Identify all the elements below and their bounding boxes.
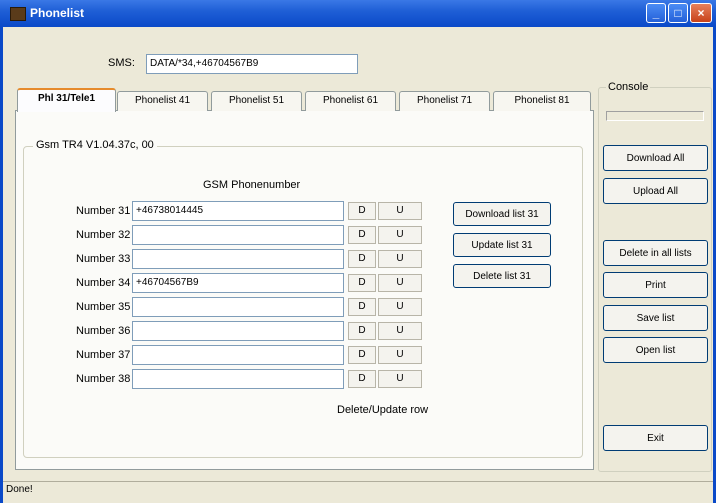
upload-all-button[interactable]: Upload All bbox=[603, 178, 708, 204]
number-35-label: Number 35 bbox=[76, 301, 131, 313]
maximize-button[interactable]: □ bbox=[668, 3, 688, 23]
update-row-36-button[interactable]: U bbox=[378, 322, 422, 340]
exit-button[interactable]: Exit bbox=[603, 425, 708, 451]
delete-row-32-button[interactable]: D bbox=[348, 226, 376, 244]
save-list-button[interactable]: Save list bbox=[603, 305, 708, 331]
number-38-input[interactable] bbox=[132, 369, 344, 389]
number-37-label: Number 37 bbox=[76, 349, 131, 361]
open-list-button[interactable]: Open list bbox=[603, 337, 708, 363]
number-36-label: Number 36 bbox=[76, 325, 131, 337]
number-33-input[interactable] bbox=[132, 249, 344, 269]
delete-row-34-button[interactable]: D bbox=[348, 274, 376, 292]
number-32-input[interactable] bbox=[132, 225, 344, 245]
sms-label: SMS: bbox=[108, 57, 135, 69]
number-36-input[interactable] bbox=[132, 321, 344, 341]
download-list-button[interactable]: Download list 31 bbox=[453, 202, 551, 226]
number-35-input[interactable] bbox=[132, 297, 344, 317]
group-label: Gsm TR4 V1.04.37c, 00 bbox=[33, 139, 157, 151]
number-34-input[interactable]: +46704567B9 bbox=[132, 273, 344, 293]
number-38-label: Number 38 bbox=[76, 373, 131, 385]
tab-phonelist-71[interactable]: Phonelist 71 bbox=[399, 91, 490, 111]
number-32-label: Number 32 bbox=[76, 229, 131, 241]
minimize-button[interactable]: _ bbox=[646, 3, 666, 23]
tab-phl31[interactable]: Phl 31/Tele1 bbox=[17, 88, 116, 112]
close-button[interactable]: × bbox=[690, 3, 712, 23]
delete-row-37-button[interactable]: D bbox=[348, 346, 376, 364]
tab-phonelist-41[interactable]: Phonelist 41 bbox=[117, 91, 208, 111]
title-bar: Phonelist _ □ × bbox=[0, 0, 716, 27]
number-33-label: Number 33 bbox=[76, 253, 131, 265]
console-progress bbox=[606, 111, 704, 121]
update-row-37-button[interactable]: U bbox=[378, 346, 422, 364]
delete-row-33-button[interactable]: D bbox=[348, 250, 376, 268]
status-bar bbox=[3, 481, 713, 500]
sms-input[interactable]: DATA/*34,+46704567B9 bbox=[146, 54, 358, 74]
gsm-phonenumber-header: GSM Phonenumber bbox=[203, 179, 301, 191]
tab-phonelist-81[interactable]: Phonelist 81 bbox=[493, 91, 591, 111]
update-row-31-button[interactable]: U bbox=[378, 202, 422, 220]
delete-row-36-button[interactable]: D bbox=[348, 322, 376, 340]
update-row-34-button[interactable]: U bbox=[378, 274, 422, 292]
update-row-32-button[interactable]: U bbox=[378, 226, 422, 244]
update-row-33-button[interactable]: U bbox=[378, 250, 422, 268]
console-label: Console bbox=[606, 81, 651, 93]
app-icon bbox=[10, 7, 26, 21]
update-row-35-button[interactable]: U bbox=[378, 298, 422, 316]
delete-row-38-button[interactable]: D bbox=[348, 370, 376, 388]
update-list-button[interactable]: Update list 31 bbox=[453, 233, 551, 257]
number-31-label: Number 31 bbox=[76, 205, 131, 217]
number-31-input[interactable]: +46738014445 bbox=[132, 201, 344, 221]
tab-phonelist-61[interactable]: Phonelist 61 bbox=[305, 91, 396, 111]
status-text: Done! bbox=[6, 484, 33, 495]
number-37-input[interactable] bbox=[132, 345, 344, 365]
download-all-button[interactable]: Download All bbox=[603, 145, 708, 171]
delete-update-row-hint: Delete/Update row bbox=[337, 404, 429, 416]
tab-phonelist-51[interactable]: Phonelist 51 bbox=[211, 91, 302, 111]
window-title: Phonelist bbox=[30, 6, 85, 20]
update-row-38-button[interactable]: U bbox=[378, 370, 422, 388]
print-button[interactable]: Print bbox=[603, 272, 708, 298]
delete-list-button[interactable]: Delete list 31 bbox=[453, 264, 551, 288]
number-34-label: Number 34 bbox=[76, 277, 131, 289]
delete-row-35-button[interactable]: D bbox=[348, 298, 376, 316]
delete-in-all-lists-button[interactable]: Delete in all lists bbox=[603, 240, 708, 266]
delete-row-31-button[interactable]: D bbox=[348, 202, 376, 220]
